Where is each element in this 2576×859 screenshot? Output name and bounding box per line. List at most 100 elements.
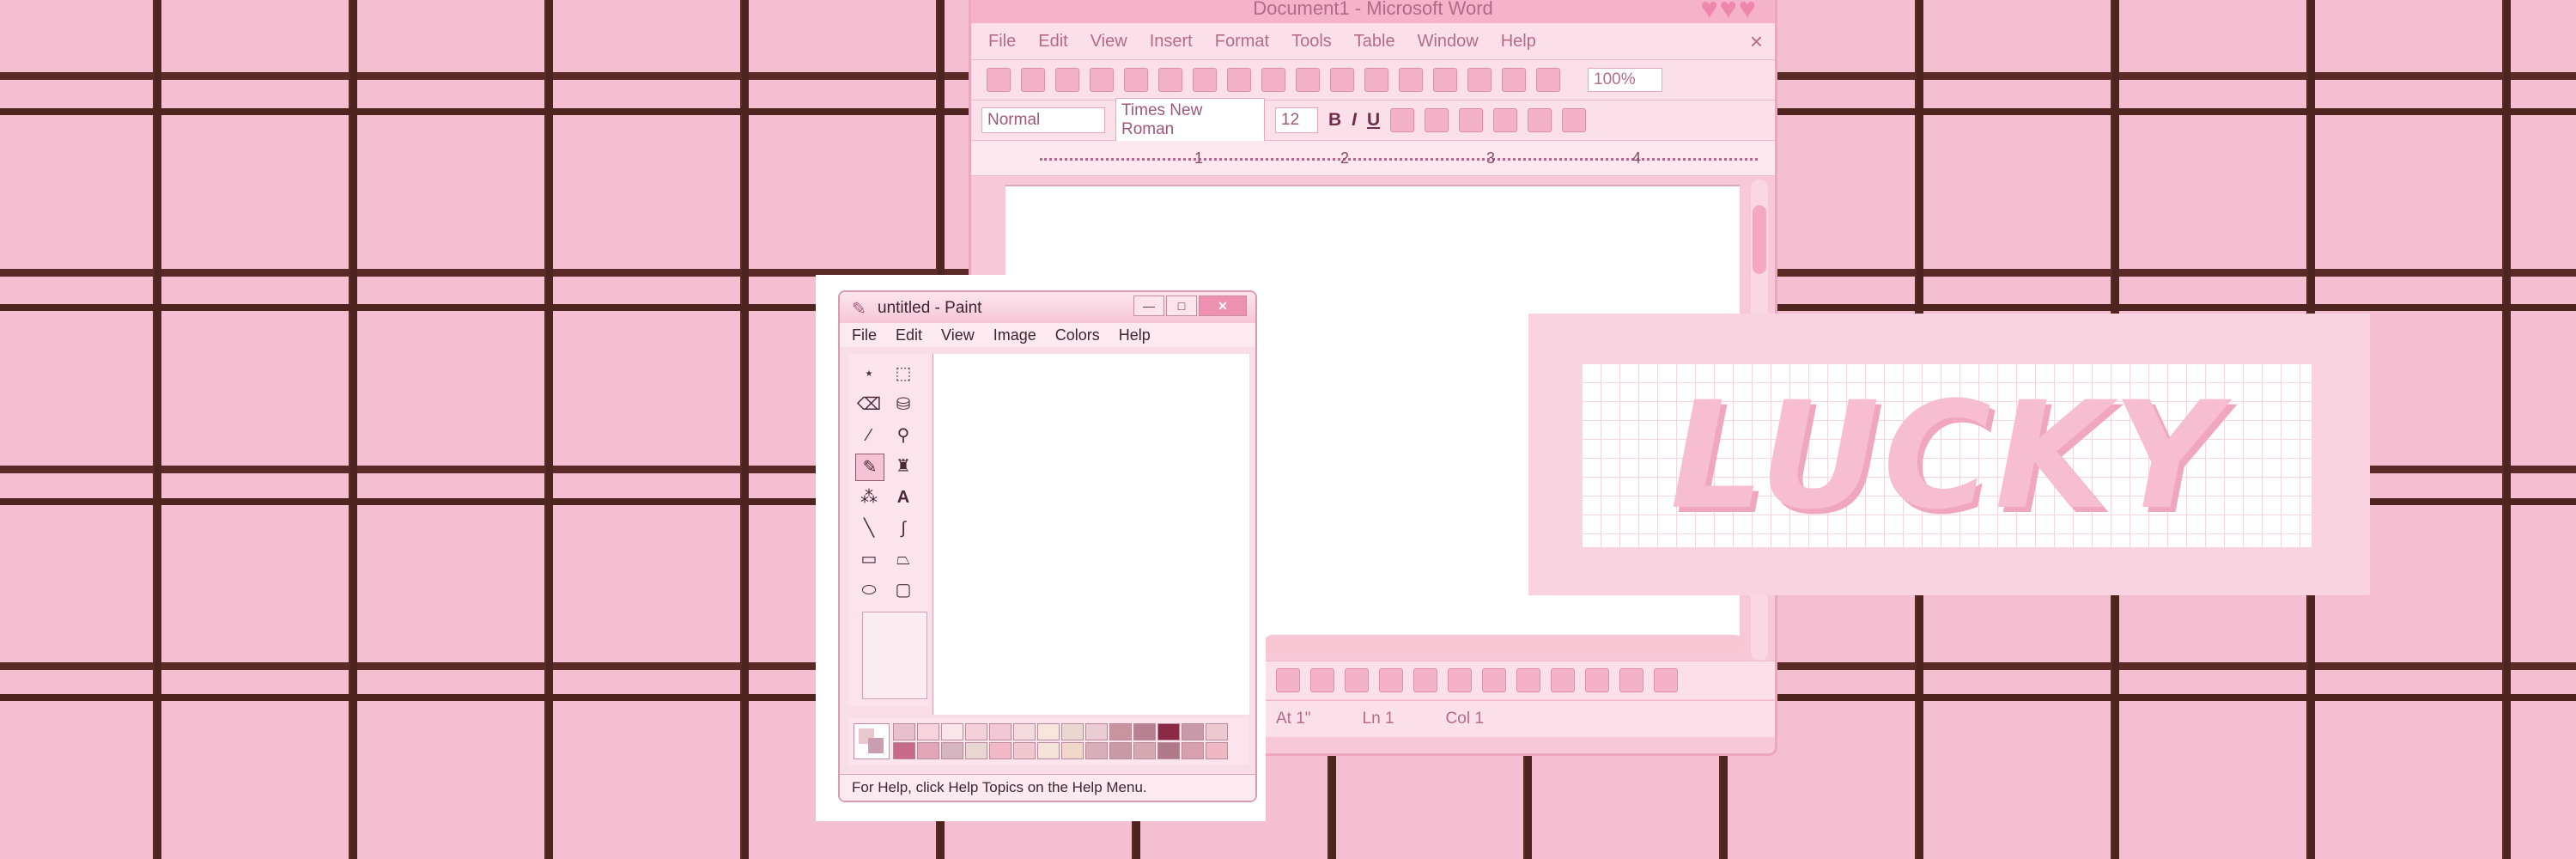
table-icon[interactable] xyxy=(1502,68,1526,92)
palette-swatch[interactable] xyxy=(1085,723,1108,740)
minimize-button[interactable]: — xyxy=(1133,295,1164,316)
paint-canvas[interactable] xyxy=(933,354,1249,715)
current-colors[interactable] xyxy=(854,723,890,759)
menu-edit[interactable]: Edit xyxy=(1038,32,1067,52)
new-document-icon[interactable] xyxy=(987,68,1011,92)
palette-swatch[interactable] xyxy=(1206,742,1228,759)
airbrush-icon[interactable]: ⁂ xyxy=(855,484,883,510)
palette-swatch[interactable] xyxy=(1037,723,1060,740)
undo-icon[interactable] xyxy=(1433,68,1457,92)
palette-swatch[interactable] xyxy=(1157,742,1180,759)
palette-swatch[interactable] xyxy=(893,742,915,759)
justify-icon[interactable] xyxy=(1493,108,1518,132)
palette-swatch[interactable] xyxy=(1013,742,1036,759)
heart-window-buttons-icon[interactable]: ♥♥♥ xyxy=(1700,0,1758,26)
palette-swatch[interactable] xyxy=(917,742,939,759)
curve-tool-icon[interactable]: ∫ xyxy=(890,515,917,541)
free-select-icon[interactable]: ⋆ xyxy=(855,361,883,387)
tool-options-box[interactable] xyxy=(862,612,927,699)
italic-button[interactable]: I xyxy=(1352,110,1357,131)
font-color-icon[interactable] xyxy=(1562,108,1587,132)
copy-icon[interactable] xyxy=(1330,68,1354,92)
menu-insert[interactable]: Insert xyxy=(1150,32,1193,52)
palette-swatch[interactable] xyxy=(965,723,987,740)
menu-format[interactable]: Format xyxy=(1215,32,1269,52)
paint-menu-file[interactable]: File xyxy=(852,326,877,344)
horizontal-scrollbar[interactable] xyxy=(1263,635,1744,654)
permission-icon[interactable] xyxy=(1090,68,1114,92)
fill-bucket-icon[interactable]: ⛁ xyxy=(890,392,917,417)
show-hide-icon[interactable] xyxy=(1536,68,1560,92)
picture-icon[interactable] xyxy=(1482,668,1506,692)
menu-view[interactable]: View xyxy=(1091,32,1127,52)
palette-swatch[interactable] xyxy=(1133,742,1156,759)
wordart-icon[interactable] xyxy=(1379,668,1403,692)
pencil-icon[interactable]: ✎ xyxy=(855,454,884,481)
palette-swatch[interactable] xyxy=(893,723,915,740)
fill-color-icon[interactable] xyxy=(1516,668,1540,692)
align-right-icon[interactable] xyxy=(1459,108,1484,132)
diagram-icon[interactable] xyxy=(1413,668,1437,692)
magnifier-icon[interactable]: ⚲ xyxy=(890,423,917,448)
palette-swatch[interactable] xyxy=(989,723,1012,740)
color-picker-icon[interactable]: ⁄ xyxy=(855,423,883,448)
palette-swatch[interactable] xyxy=(1157,723,1180,740)
spelling-icon[interactable] xyxy=(1227,68,1251,92)
scroll-thumb[interactable] xyxy=(1753,205,1766,274)
cut-icon[interactable] xyxy=(1296,68,1320,92)
menu-help[interactable]: Help xyxy=(1501,32,1536,52)
menu-file[interactable]: File xyxy=(988,32,1016,52)
palette-swatch[interactable] xyxy=(965,742,987,759)
polygon-tool-icon[interactable]: ⏢ xyxy=(890,546,917,572)
paste-icon[interactable] xyxy=(1364,68,1388,92)
font-color-icon[interactable] xyxy=(1585,668,1609,692)
open-folder-icon[interactable] xyxy=(1021,68,1045,92)
palette-swatch[interactable] xyxy=(1109,723,1132,740)
highlight-icon[interactable] xyxy=(1528,108,1552,132)
menu-window[interactable]: Window xyxy=(1418,32,1479,52)
zoom-select[interactable]: 100% xyxy=(1588,68,1662,92)
palette-swatch[interactable] xyxy=(989,742,1012,759)
line-color-icon[interactable] xyxy=(1551,668,1575,692)
palette-swatch[interactable] xyxy=(1206,723,1228,740)
eraser-icon[interactable]: ⌫ xyxy=(855,392,883,417)
dash-style-icon[interactable] xyxy=(1654,668,1678,692)
rectangle-icon[interactable] xyxy=(1276,668,1300,692)
research-icon[interactable] xyxy=(1261,68,1285,92)
close-icon[interactable]: × xyxy=(1750,28,1763,55)
close-button[interactable]: ✕ xyxy=(1199,295,1247,316)
bold-button[interactable]: B xyxy=(1328,110,1341,131)
clipart-icon[interactable] xyxy=(1448,668,1472,692)
paint-menu-colors[interactable]: Colors xyxy=(1055,326,1100,344)
ellipse-tool-icon[interactable]: ⬭ xyxy=(855,577,883,603)
rect-select-icon[interactable]: ⬚ xyxy=(890,361,917,387)
menu-table[interactable]: Table xyxy=(1354,32,1395,52)
palette-swatch[interactable] xyxy=(917,723,939,740)
palette-swatch[interactable] xyxy=(941,723,963,740)
menu-tools[interactable]: Tools xyxy=(1291,32,1332,52)
palette-swatch[interactable] xyxy=(1061,723,1084,740)
print-preview-icon[interactable] xyxy=(1193,68,1217,92)
rectangle-tool-icon[interactable]: ▭ xyxy=(855,546,883,572)
paint-menu-edit[interactable]: Edit xyxy=(896,326,922,344)
palette-swatch[interactable] xyxy=(941,742,963,759)
textbox-icon[interactable] xyxy=(1345,668,1369,692)
paint-menu-image[interactable]: Image xyxy=(993,326,1036,344)
format-painter-icon[interactable] xyxy=(1399,68,1423,92)
palette-swatch[interactable] xyxy=(1061,742,1084,759)
line-style-icon[interactable] xyxy=(1619,668,1643,692)
maximize-button[interactable]: □ xyxy=(1166,295,1197,316)
align-left-icon[interactable] xyxy=(1390,108,1415,132)
underline-button[interactable]: U xyxy=(1367,110,1380,131)
palette-swatch[interactable] xyxy=(1013,723,1036,740)
style-select[interactable]: Normal xyxy=(981,107,1105,133)
palette-swatch[interactable] xyxy=(1133,723,1156,740)
font-size-select[interactable]: 12 xyxy=(1275,107,1318,133)
print-icon[interactable] xyxy=(1158,68,1182,92)
paint-menu-help[interactable]: Help xyxy=(1119,326,1151,344)
font-select[interactable]: Times New Roman xyxy=(1115,98,1265,143)
email-icon[interactable] xyxy=(1124,68,1148,92)
brush-icon[interactable]: ♜ xyxy=(890,454,917,479)
palette-swatch[interactable] xyxy=(1109,742,1132,759)
palette-swatch[interactable] xyxy=(1085,742,1108,759)
